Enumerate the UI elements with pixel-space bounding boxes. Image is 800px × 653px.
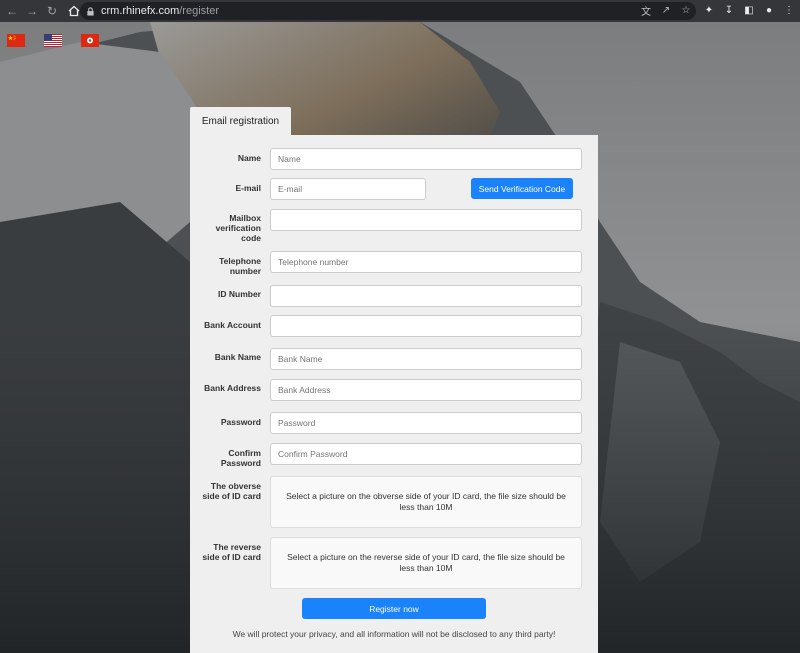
tab-email-registration[interactable]: Email registration (190, 107, 291, 136)
forward-arrow-icon[interactable]: → (24, 3, 40, 19)
reload-icon[interactable]: ↻ (44, 3, 60, 19)
id-number-label: ID Number (218, 289, 261, 299)
email-label: E-mail (235, 183, 261, 193)
chinese-flag[interactable] (7, 34, 25, 47)
hong-kong-flag[interactable] (81, 34, 99, 47)
telephone-input[interactable] (270, 251, 582, 273)
telephone-label: Telephone number (219, 256, 261, 276)
name-input[interactable] (270, 148, 582, 170)
email-input[interactable] (270, 178, 426, 200)
puzzle-icon[interactable]: ✦ (702, 3, 716, 17)
browser-toolbar: ← → ↻ crm.rhinefx.com/register 文 ↗ ☆ ✦ ↧… (0, 0, 800, 22)
lock-icon[interactable] (86, 6, 95, 16)
kebab-menu-icon[interactable]: ⋮ (782, 3, 796, 17)
password-label: Password (220, 417, 261, 427)
confirm-password-input[interactable] (270, 443, 582, 465)
address-bar[interactable]: crm.rhinefx.com/register 文 ↗ ☆ (80, 2, 696, 20)
bank-account-input[interactable] (270, 315, 582, 337)
register-button[interactable]: Register now (302, 598, 486, 619)
id-obverse-upload[interactable]: Select a picture on the obverse side of … (270, 476, 582, 528)
id-reverse-upload[interactable]: Select a picture on the reverse side of … (270, 537, 582, 589)
back-arrow-icon[interactable]: ← (4, 3, 20, 19)
bank-name-input[interactable] (270, 348, 582, 370)
id-obverse-label: The obverse side of ID card (202, 481, 261, 501)
profile-icon[interactable]: ● (762, 3, 776, 17)
mailbox-code-label: Mailbox verification code (215, 213, 261, 243)
bank-address-input[interactable] (270, 379, 582, 401)
sidebar-icon[interactable]: ◧ (742, 3, 756, 17)
send-verification-code-button[interactable]: Send Verification Code (471, 178, 573, 199)
us-flag[interactable] (44, 34, 62, 47)
url-path: /register (179, 5, 219, 17)
bank-address-label: Bank Address (204, 383, 261, 393)
password-input[interactable] (270, 412, 582, 434)
confirm-password-label: Confirm Password (220, 448, 261, 468)
id-reverse-label: The reverse side of ID card (202, 542, 261, 562)
translate-icon[interactable]: 文 (640, 4, 652, 18)
name-label: Name (237, 153, 261, 163)
id-number-input[interactable] (270, 285, 582, 307)
language-selector (7, 34, 118, 47)
url-host: crm.rhinefx.com (101, 5, 180, 17)
share-icon[interactable]: ↗ (660, 4, 672, 16)
privacy-notice: We will protect your privacy, and all in… (232, 629, 556, 639)
star-icon[interactable]: ☆ (680, 4, 692, 16)
bank-name-label: Bank Name (214, 352, 261, 362)
registration-form: Name E-mail Send Verification Code Mailb… (190, 135, 598, 653)
mailbox-code-input[interactable] (270, 209, 582, 231)
download-icon[interactable]: ↧ (722, 3, 736, 17)
bank-account-label: Bank Account (204, 320, 261, 330)
